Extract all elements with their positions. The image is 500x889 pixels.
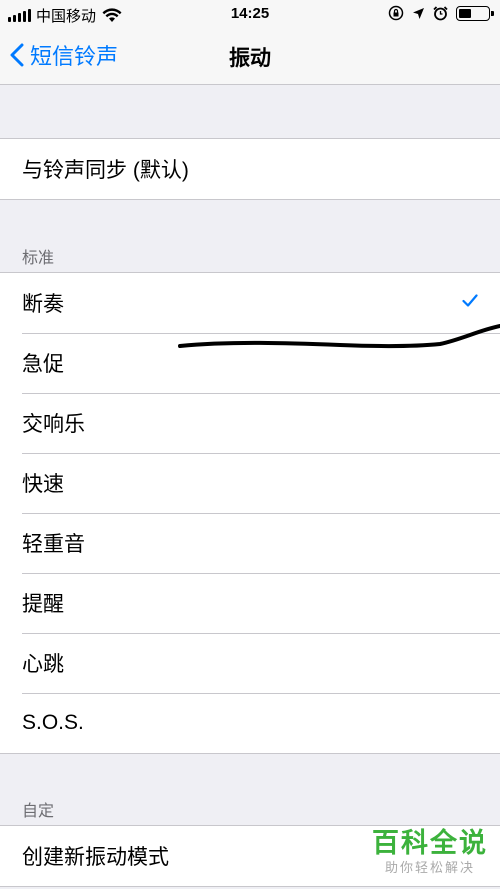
list-item-label: 与铃声同步 (默认) bbox=[22, 159, 189, 182]
list-item-label: 断奏 bbox=[22, 293, 64, 316]
nav-bar: 短信铃声 振动 bbox=[0, 28, 500, 85]
list-item-label: 轻重音 bbox=[22, 533, 85, 556]
page-title: 振动 bbox=[229, 47, 271, 70]
list-item-label: 提醒 bbox=[22, 593, 64, 616]
alarm-icon bbox=[433, 5, 448, 20]
list-item-label: 心跳 bbox=[22, 653, 64, 676]
list-item-alert[interactable]: 提醒 bbox=[0, 573, 500, 633]
location-icon bbox=[413, 7, 424, 19]
list-item-rapid[interactable]: 急促 bbox=[0, 333, 500, 393]
status-right bbox=[388, 5, 494, 21]
list-item-sync[interactable]: 与铃声同步 (默认) bbox=[0, 139, 500, 199]
status-bar: 中国移动 14:25 bbox=[0, 0, 500, 28]
watermark-subtitle: 助你轻松解决 bbox=[384, 860, 475, 875]
list-item-heartbeat[interactable]: 心跳 bbox=[0, 633, 500, 693]
list-item-label: 快速 bbox=[22, 473, 64, 496]
watermark-title: 百科全说 bbox=[372, 828, 488, 858]
standard-group: 断奏 急促 交响乐 快速 轻重音 提醒 心跳 S.O.S. bbox=[0, 272, 500, 754]
battery-icon bbox=[456, 5, 494, 21]
list-item-quick[interactable]: 快速 bbox=[0, 453, 500, 513]
sync-group: 与铃声同步 (默认) bbox=[0, 138, 500, 200]
watermark-logo: 百科全说 助你轻松解决 bbox=[370, 826, 490, 882]
list-item-accent[interactable]: 轻重音 bbox=[0, 513, 500, 573]
list-item-label: 交响乐 bbox=[22, 413, 85, 436]
list-item-sos[interactable]: S.O.S. bbox=[0, 693, 500, 753]
list-item-staccato[interactable]: 断奏 bbox=[0, 273, 500, 333]
section-header-custom: 自定 bbox=[22, 803, 55, 820]
section-header-standard: 标准 bbox=[22, 250, 55, 267]
orientation-lock-icon bbox=[388, 5, 404, 21]
list-item-label: 急促 bbox=[22, 353, 64, 376]
list-item-symphony[interactable]: 交响乐 bbox=[0, 393, 500, 453]
list-item-label: S.O.S. bbox=[22, 711, 84, 734]
checkmark-icon bbox=[462, 294, 478, 307]
list-item-label: 创建新振动模式 bbox=[22, 846, 169, 869]
